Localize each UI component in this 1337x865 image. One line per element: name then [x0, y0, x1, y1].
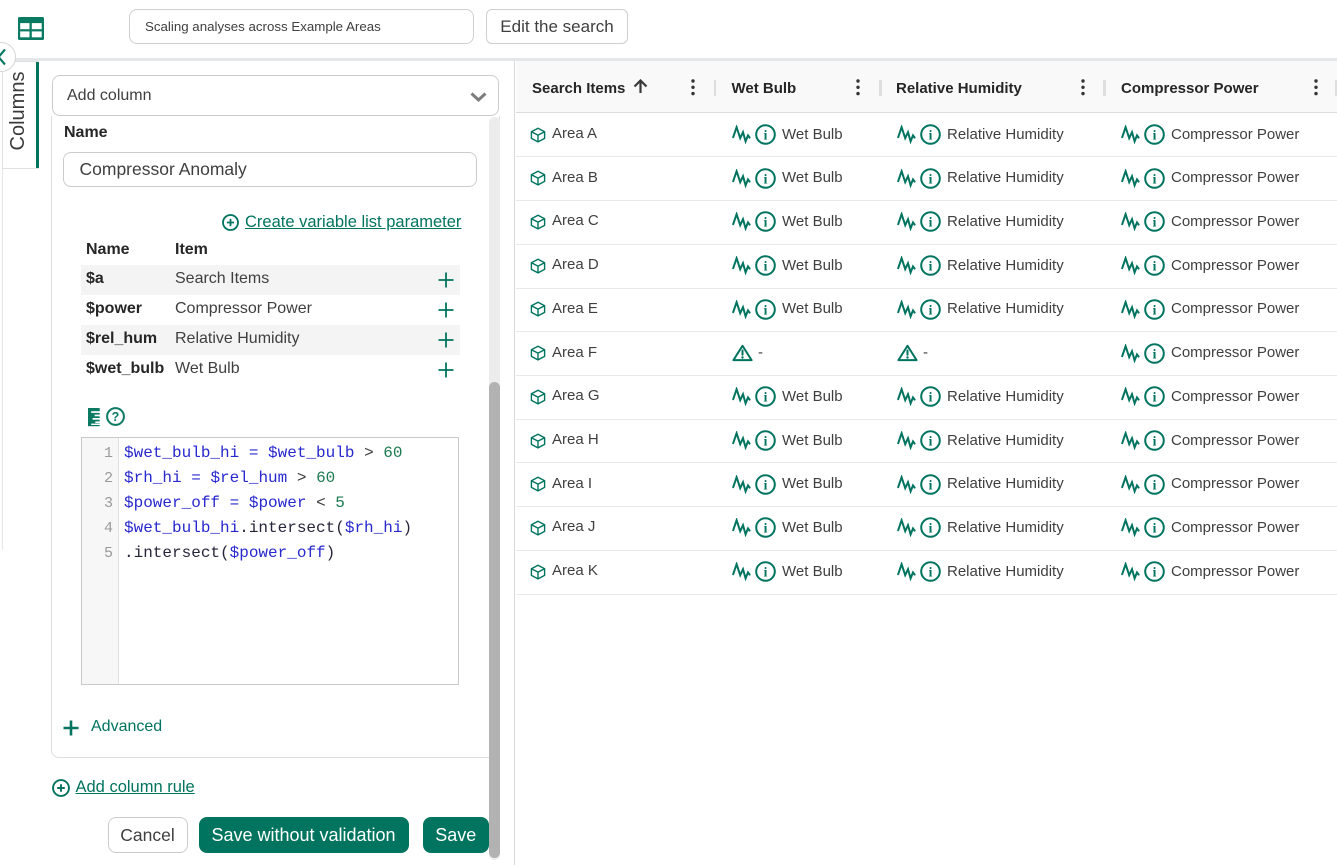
- svg-text:?: ?: [111, 410, 119, 424]
